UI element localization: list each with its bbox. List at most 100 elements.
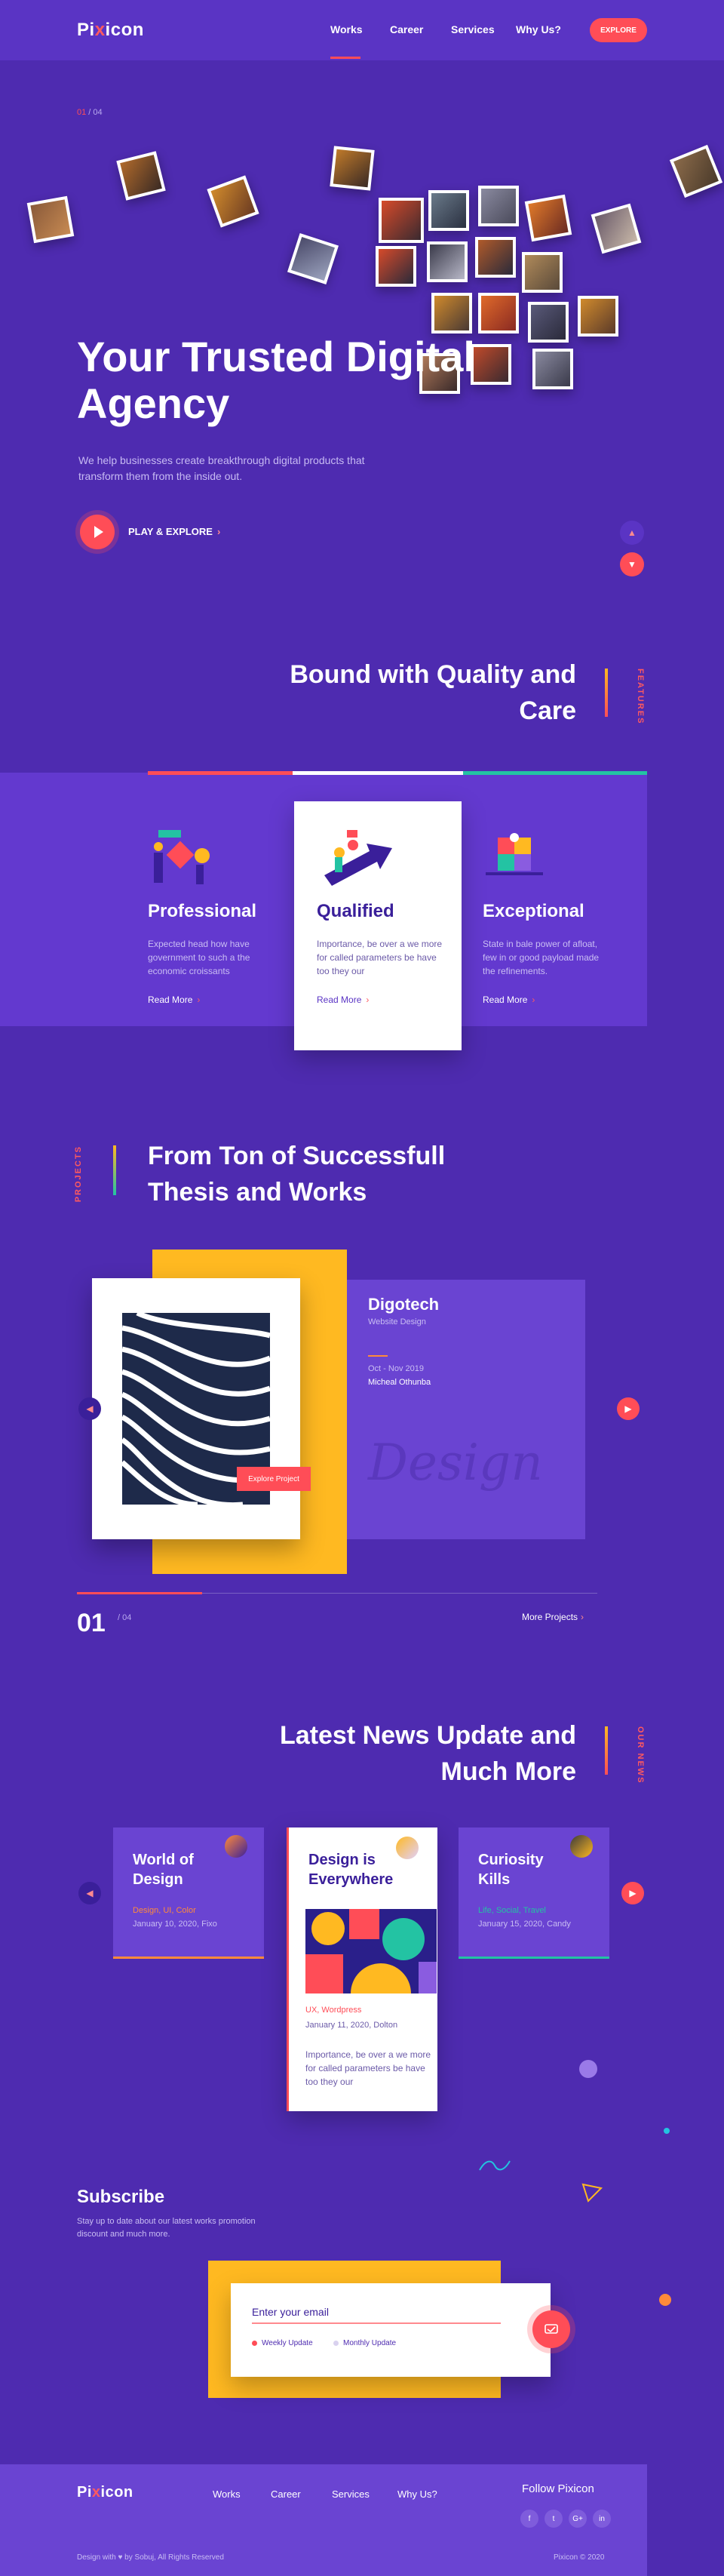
- subscribe-title: Subscribe: [77, 2187, 165, 2207]
- slide-counter: 01 / 04: [77, 108, 103, 117]
- footer-nav-works[interactable]: Works: [213, 2488, 241, 2500]
- arrow-right-icon: ›: [581, 1612, 584, 1622]
- read-more-link[interactable]: Read More ›: [483, 994, 535, 1005]
- hero-title: Your Trusted Digital Agency: [77, 333, 475, 427]
- read-more-label: Read More: [317, 994, 362, 1005]
- radio-selected-icon: [252, 2341, 257, 2346]
- read-more-label: Read More: [148, 994, 193, 1005]
- news-card-date: January 10, 2020, Fixo: [133, 1920, 217, 1929]
- news-prev-button[interactable]: ◀: [78, 1882, 101, 1904]
- project-name: Digotech: [368, 1295, 440, 1314]
- hero-tile: [524, 194, 572, 242]
- news-card-design-is-everywhere[interactable]: Design is Everywhere UX, Wordpress Janua…: [287, 1827, 437, 2111]
- facebook-icon[interactable]: f: [520, 2510, 538, 2528]
- feature-title: Qualified: [317, 901, 394, 921]
- footer-nav-services[interactable]: Services: [332, 2488, 370, 2500]
- read-more-link[interactable]: Read More ›: [317, 994, 369, 1005]
- hero-tile: [379, 198, 424, 243]
- projects-title: From Ton of Successfull Thesis and Works: [148, 1142, 446, 1207]
- footer-nav-career[interactable]: Career: [271, 2488, 301, 2500]
- email-input[interactable]: [252, 2301, 501, 2324]
- hero-tile: [26, 195, 75, 244]
- play-button[interactable]: [80, 515, 115, 549]
- project-prev-button[interactable]: ◀: [78, 1397, 101, 1420]
- qualified-illustration-icon: [324, 830, 392, 886]
- weekly-update-radio[interactable]: Weekly Update: [252, 2339, 313, 2347]
- logo[interactable]: Pixicon: [77, 20, 144, 41]
- decor-circle: [579, 2060, 597, 2078]
- read-more-link[interactable]: Read More ›: [148, 994, 200, 1005]
- project-category: Website Design: [368, 1317, 426, 1326]
- news-card-world-of-design[interactable]: World of Design Design, UI, Color Januar…: [113, 1827, 264, 1959]
- hero-tile: [478, 186, 519, 226]
- news-card-title: Design is Everywhere: [308, 1852, 394, 1888]
- feature-title: Professional: [148, 901, 257, 921]
- slide-down-button[interactable]: ▼: [620, 552, 644, 576]
- decor-triangle: [581, 2183, 603, 2203]
- nav-career[interactable]: Career: [390, 23, 423, 35]
- project-total: / 04: [118, 1613, 132, 1622]
- project-divider: [368, 1355, 388, 1357]
- news-card-description: Importance, be over a we more for called…: [305, 2049, 431, 2087]
- chevron-right-icon: ▶: [624, 1403, 632, 1414]
- chevron-down-icon: ▼: [627, 559, 637, 570]
- project-date: Oct - Nov 2019: [368, 1364, 424, 1373]
- play-icon: [94, 526, 103, 538]
- feature-card-exceptional[interactable]: Exceptional State in bale power of afloa…: [483, 801, 650, 1050]
- read-more-label: Read More: [483, 994, 528, 1005]
- google-plus-icon[interactable]: G+: [569, 2510, 587, 2528]
- chevron-left-icon: ◀: [86, 1888, 94, 1898]
- footer-nav-why-us[interactable]: Why Us?: [397, 2488, 437, 2500]
- arrow-right-icon: ›: [366, 994, 370, 1005]
- radio-unselected-icon: [333, 2341, 339, 2346]
- chevron-left-icon: ◀: [86, 1403, 94, 1414]
- news-card-accent: [113, 1957, 264, 1959]
- footer-logo[interactable]: Pixicon: [77, 2484, 133, 2501]
- feature-card-professional[interactable]: Professional Expected head how have gove…: [148, 801, 315, 1050]
- nav-works[interactable]: Works: [330, 23, 363, 35]
- news-card-tags: Design, UI, Color: [133, 1906, 196, 1915]
- explore-project-button[interactable]: Explore Project: [237, 1467, 311, 1491]
- news-title: Latest News Update and Much More: [280, 1721, 576, 1786]
- send-icon: [545, 2324, 558, 2334]
- feature-strip-white: [293, 771, 463, 775]
- project-image-card[interactable]: [92, 1278, 300, 1539]
- arrow-right-icon: ›: [532, 994, 535, 1005]
- features-tag: FEATURES: [636, 669, 645, 725]
- logo-text-left: Pi: [77, 2484, 92, 2501]
- news-card-title: World of Design: [133, 1852, 194, 1888]
- hero-tile: [207, 175, 259, 228]
- more-projects-link[interactable]: More Projects ›: [522, 1612, 584, 1622]
- hero-tile: [376, 246, 416, 287]
- feature-description: Expected head how have government to suc…: [148, 939, 250, 976]
- project-next-button[interactable]: ▶: [617, 1397, 640, 1420]
- hero-tile: [591, 203, 642, 254]
- twitter-icon[interactable]: t: [545, 2510, 563, 2528]
- slide-up-button[interactable]: ▲: [620, 521, 644, 545]
- play-explore-link[interactable]: PLAY & EXPLORE ›: [128, 526, 220, 537]
- feature-card-qualified[interactable]: Qualified Importance, be over a we more …: [294, 801, 462, 1050]
- hero-description: We help businesses create breakthrough d…: [78, 454, 365, 482]
- hero-tile: [330, 146, 375, 191]
- news-next-button[interactable]: ▶: [621, 1882, 644, 1904]
- nav-why-us[interactable]: Why Us?: [516, 23, 561, 35]
- linkedin-icon[interactable]: in: [593, 2510, 611, 2528]
- nav-active-indicator: [330, 57, 360, 59]
- explore-button[interactable]: EXPLORE: [590, 18, 647, 42]
- monthly-update-radio[interactable]: Monthly Update: [333, 2339, 396, 2347]
- news-card-curiosity-kills[interactable]: Curiosity Kills Life, Social, Travel Jan…: [459, 1827, 609, 1959]
- hero-tile: [287, 232, 339, 285]
- nav-services[interactable]: Services: [451, 23, 495, 35]
- professional-illustration-icon: [154, 830, 210, 884]
- feature-title: Exceptional: [483, 901, 584, 921]
- footer-copyright: Pixicon © 2020: [554, 2553, 605, 2562]
- news-card-image: [305, 1909, 437, 1993]
- slide-current: 01: [77, 108, 87, 117]
- hero-tile: [427, 241, 468, 282]
- hero-tile: [431, 293, 472, 334]
- news-card-tags: Life, Social, Travel: [478, 1906, 546, 1915]
- feature-description: Importance, be over a we more for called…: [317, 939, 443, 976]
- subscribe-send-button[interactable]: [532, 2310, 570, 2348]
- hero-tile: [475, 237, 516, 278]
- feature-strip-red: [148, 771, 293, 775]
